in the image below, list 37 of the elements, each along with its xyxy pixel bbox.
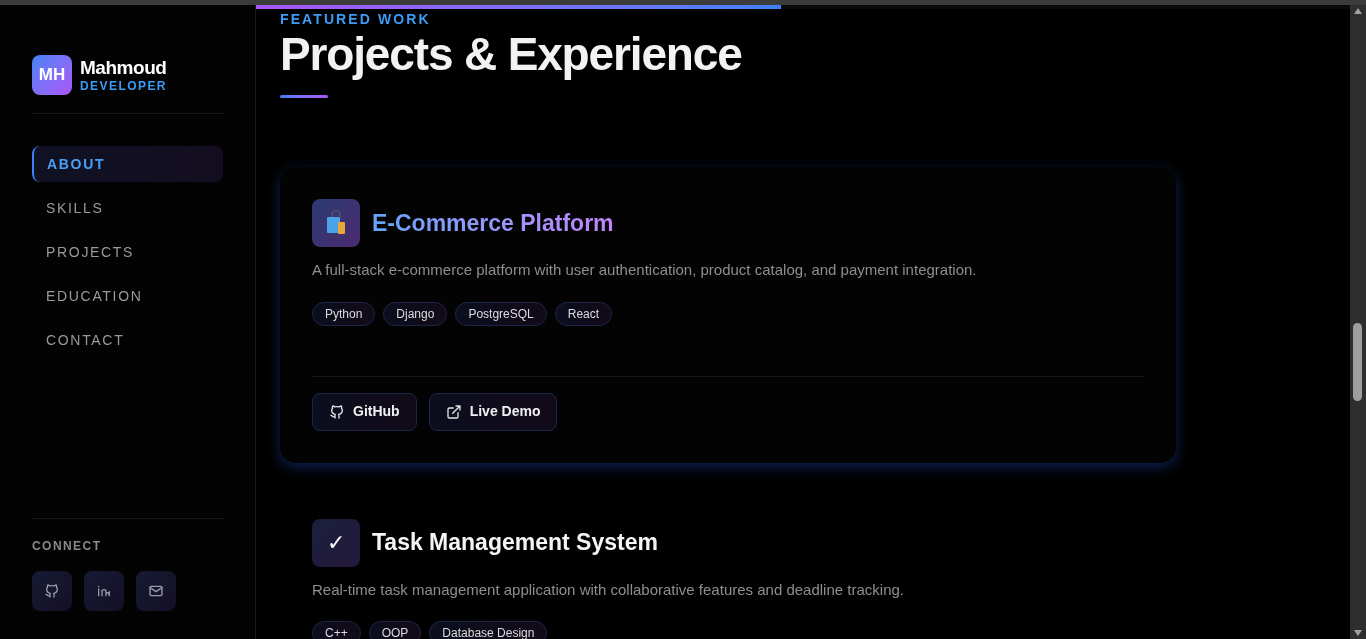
project-link-button[interactable]: GitHub [312, 392, 417, 431]
nav-link[interactable]: ABOUT [32, 146, 223, 182]
brand-role: DEVELOPER [80, 79, 167, 95]
nav-link[interactable]: SKILLS [32, 190, 223, 226]
project-description: A full-stack e-commerce platform with user authentication, product catalog, and payment integration. [312, 260, 978, 280]
tech-tag: OOP [368, 621, 422, 639]
social-link[interactable] [84, 571, 124, 611]
social-link[interactable] [32, 571, 72, 611]
nav-link[interactable]: EDUCATION [32, 278, 223, 314]
section-eyebrow: FEATURED WORK [280, 11, 431, 27]
github-icon [329, 403, 345, 420]
project-title: Task Management System [372, 528, 658, 558]
connect-heading: CONNECT [32, 538, 103, 555]
scroll-up-icon[interactable] [1354, 8, 1362, 14]
logo-badge: MH [32, 55, 72, 95]
scroll-down-icon[interactable] [1354, 630, 1362, 636]
check-icon: ✓ [327, 531, 345, 554]
tech-tag: Django [383, 301, 448, 326]
tech-tag: Database Design [429, 621, 548, 639]
brand-name: Mahmoud [80, 55, 167, 80]
linkedin-icon [96, 583, 112, 599]
social-link[interactable] [136, 571, 176, 611]
shopping-bag-icon [324, 210, 348, 236]
tech-tag: PostgreSQL [455, 301, 547, 326]
mail-icon [148, 583, 164, 599]
scrollbar-thumb[interactable] [1353, 323, 1362, 401]
scrollbar[interactable] [1350, 5, 1366, 639]
project-link-button[interactable]: Live Demo [428, 392, 558, 431]
external-link-icon [445, 403, 462, 420]
tech-tag: Python [312, 301, 376, 326]
title-underline [280, 95, 328, 98]
nav-link[interactable]: CONTACT [32, 322, 223, 358]
github-icon [44, 583, 60, 599]
tech-tag: C++ [312, 621, 361, 639]
nav-link[interactable]: PROJECTS [32, 234, 223, 270]
project-description: Real-time task management application with collaborative features and deadline tracking. [312, 579, 905, 600]
tech-tag: React [554, 301, 613, 326]
